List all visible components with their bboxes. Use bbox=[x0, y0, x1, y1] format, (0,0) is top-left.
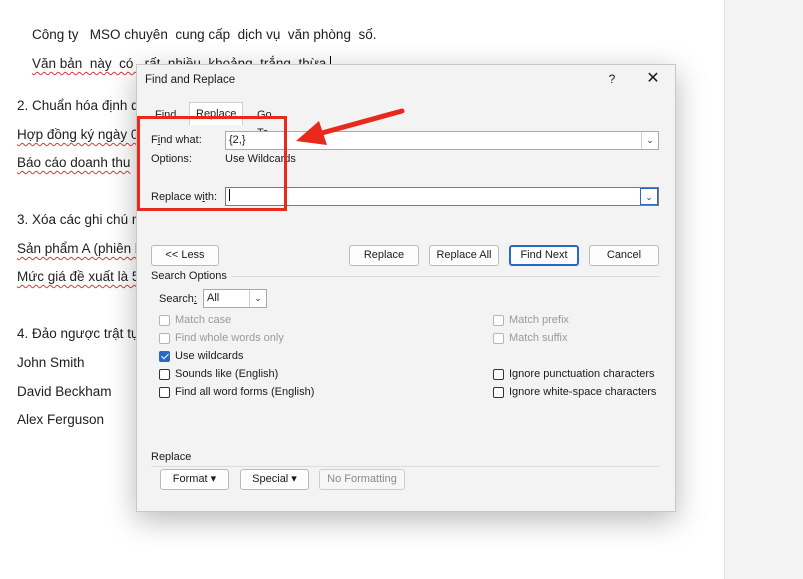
annotation-arrow-icon bbox=[296, 108, 405, 145]
